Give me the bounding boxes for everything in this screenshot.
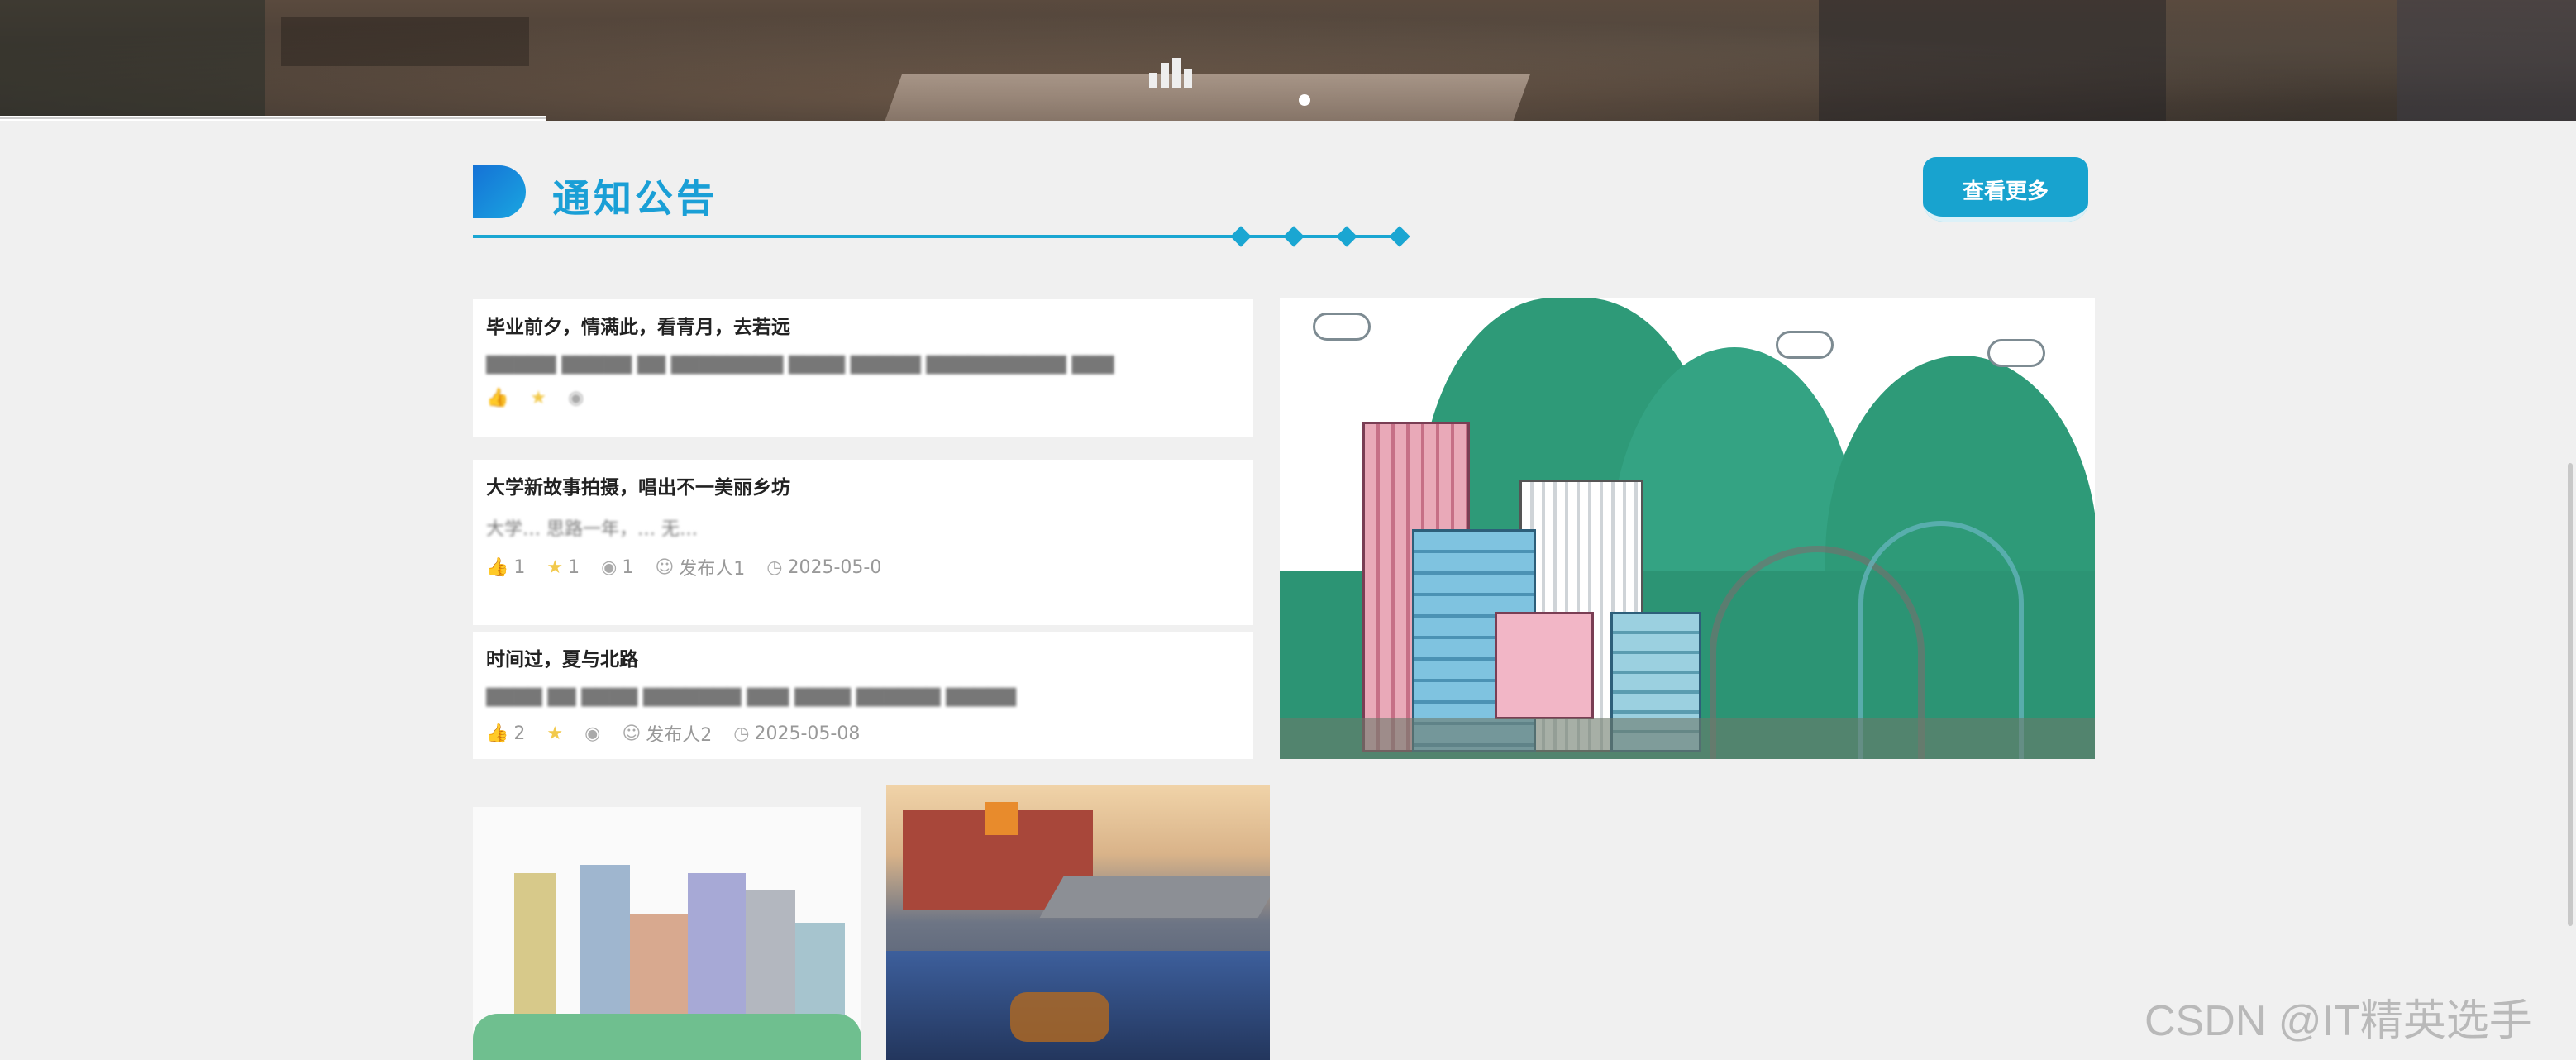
section-underline <box>473 235 1407 238</box>
csdn-watermark: CSDN @IT精英选手 <box>2144 997 2532 1045</box>
notice-title[interactable]: 时间过，夏与北路 <box>486 643 1240 671</box>
star-icon: ★ <box>530 388 547 408</box>
notice-summary: 大学… 思路一年，… 无… <box>486 519 698 540</box>
notice-summary: ▇▇▇▇ ▇▇ ▇▇▇▇ ▇▇▇▇▇▇▇ ▇▇▇ ▇▇▇▇ ▇▇▇▇▇▇ ▇▇▇… <box>486 686 1017 707</box>
thumbs-up-icon: 👍 <box>486 388 509 408</box>
eye-icon: ◉ <box>568 388 584 408</box>
carousel-indicator-dot[interactable] <box>1299 94 1310 106</box>
favorite-count: 1 <box>568 556 580 578</box>
notice-card[interactable]: 大学新故事拍摄，唱出不一美丽乡坊 大学… 思路一年，… 无… 👍 1 ★ 1 ◉ 1 … <box>473 460 1253 625</box>
thumbs-up-icon[interactable]: 👍 <box>486 557 508 578</box>
notice-meta: 👍 2 ★ ◉ ☺ 发布人2 ◷ 2025-05-08 <box>486 720 1240 747</box>
diamond-icon <box>1336 226 1357 247</box>
news-thumbnail-street[interactable] <box>886 785 1270 1060</box>
notice-title[interactable]: 毕业前夕，情满此，看青月，去若远 <box>486 311 1240 339</box>
user-icon: ☺ <box>655 556 675 578</box>
notice-meta: 👍 ★ ◉ <box>486 388 1240 408</box>
clock-icon: ◷ <box>766 556 783 578</box>
notice-summary: ▇▇▇▇▇ ▇▇▇▇▇ ▇▇ ▇▇▇▇▇▇▇▇ ▇▇▇▇ ▇▇▇▇▇ ▇▇▇▇▇… <box>486 354 1114 375</box>
publish-date: 2025-05-08 <box>754 723 861 744</box>
diamond-icon <box>1230 226 1252 247</box>
notice-title[interactable]: 大学新故事拍摄，唱出不一美丽乡坊 <box>486 471 1240 499</box>
author-name: 发布人1 <box>679 559 746 580</box>
thumbs-up-icon[interactable]: 👍 <box>486 723 508 744</box>
view-count: 1 <box>622 556 634 578</box>
like-count: 2 <box>513 723 526 744</box>
star-icon[interactable]: ★ <box>546 557 563 578</box>
banner-logo <box>1149 58 1207 88</box>
eye-icon: ◉ <box>584 723 601 744</box>
user-icon: ☺ <box>622 723 642 744</box>
banner-divider <box>0 116 546 121</box>
clock-icon: ◷ <box>733 723 750 744</box>
notice-meta: 👍 1 ★ 1 ◉ 1 ☺ 发布人1 ◷ 2025-05-0 <box>486 554 1240 580</box>
diamond-icon <box>1283 226 1305 247</box>
notice-card[interactable]: 时间过，夏与北路 ▇▇▇▇ ▇▇ ▇▇▇▇ ▇▇▇▇▇▇▇ ▇▇▇ ▇▇▇▇ ▇… <box>473 632 1253 759</box>
star-icon[interactable]: ★ <box>546 723 563 744</box>
section-d-icon <box>473 165 526 218</box>
page-scrollbar[interactable] <box>2568 463 2573 926</box>
notice-card[interactable]: 毕业前夕，情满此，看青月，去若远 ▇▇▇▇▇ ▇▇▇▇▇ ▇▇ ▇▇▇▇▇▇▇▇… <box>473 299 1253 437</box>
view-more-button[interactable]: 查看更多 <box>1923 157 2088 222</box>
news-thumbnail-city[interactable] <box>473 807 861 1060</box>
school-logo-icon <box>1149 58 1195 88</box>
featured-illustration[interactable] <box>1280 298 2095 759</box>
section-title: 通知公告 <box>552 176 718 221</box>
diamond-icon <box>1389 226 1410 247</box>
author-name: 发布人2 <box>646 725 713 746</box>
eye-icon: ◉ <box>601 556 618 578</box>
publish-date: 2025-05-0 <box>787 556 882 578</box>
top-banner-carousel[interactable] <box>0 0 2576 121</box>
like-count: 1 <box>513 556 526 578</box>
